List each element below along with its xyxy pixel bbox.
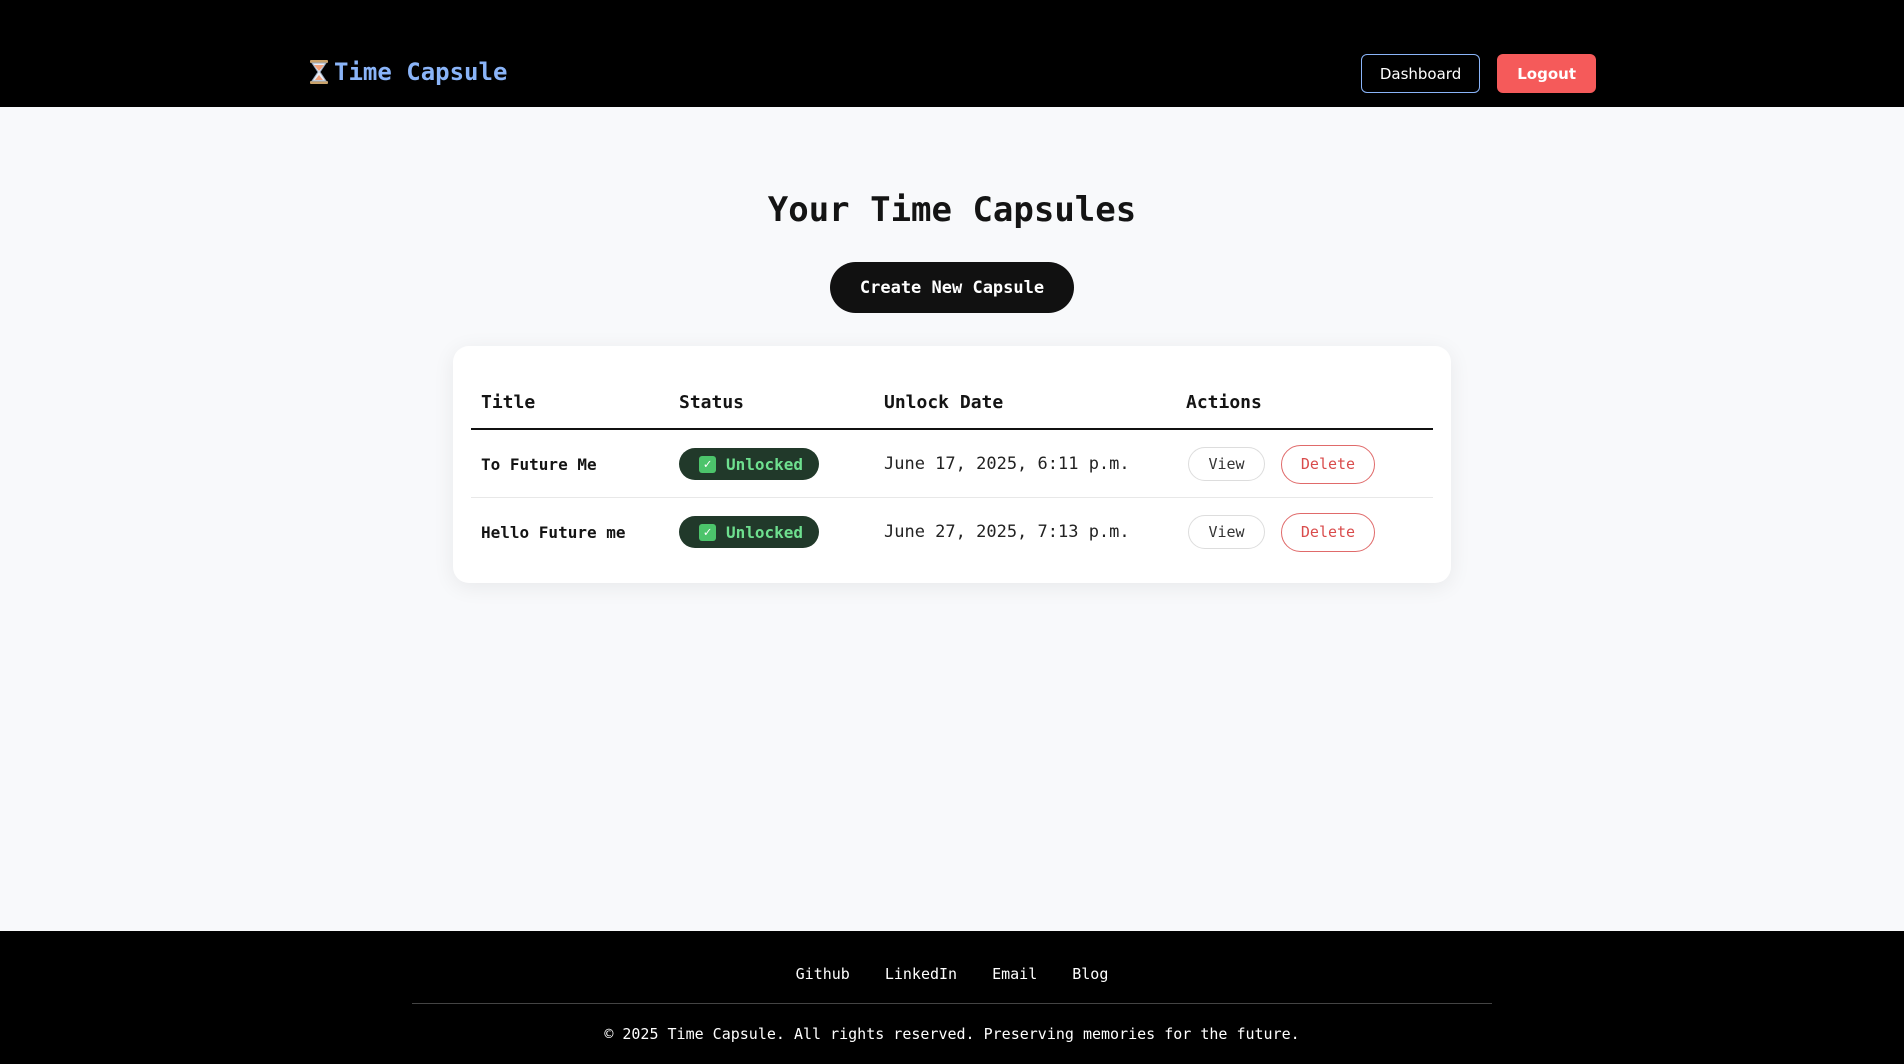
delete-button[interactable]: Delete — [1281, 444, 1375, 484]
footer-link-email[interactable]: Email — [992, 965, 1037, 983]
nav-actions: Dashboard Logout — [1360, 54, 1596, 93]
capsules-table: Title Status Unlock Date Actions To Futu… — [471, 346, 1433, 566]
brand-text: Time Capsule — [334, 58, 508, 86]
footer-divider — [412, 1003, 1492, 1004]
column-header-title: Title — [481, 392, 536, 413]
hourglass-icon — [308, 59, 330, 85]
table-row: To Future Me ✓ Unlocked June 17, 2025, 6… — [471, 430, 1433, 498]
navbar: Time Capsule Dashboard Logout — [0, 0, 1904, 107]
checkmark-icon: ✓ — [699, 455, 716, 473]
footer-link-blog[interactable]: Blog — [1072, 965, 1108, 983]
view-button[interactable]: View — [1188, 515, 1265, 549]
status-label: Unlocked — [726, 522, 804, 542]
delete-button[interactable]: Delete — [1281, 512, 1375, 552]
logout-button[interactable]: Logout — [1497, 54, 1596, 93]
column-header-unlock-date: Unlock Date — [884, 392, 1004, 413]
unlock-date: June 17, 2025, 6:11 p.m. — [884, 454, 1130, 474]
capsules-card: Title Status Unlock Date Actions To Futu… — [453, 346, 1451, 583]
checkmark-icon: ✓ — [699, 523, 716, 541]
dashboard-button[interactable]: Dashboard — [1360, 54, 1481, 93]
brand-link[interactable]: Time Capsule — [308, 58, 507, 86]
unlock-date: June 27, 2025, 7:13 p.m. — [884, 522, 1130, 542]
status-cell: ✓ Unlocked — [679, 430, 820, 498]
create-capsule-button[interactable]: Create New Capsule — [830, 262, 1074, 313]
status-cell: ✓ Unlocked — [679, 498, 820, 566]
capsule-title: To Future Me — [481, 454, 597, 474]
capsule-title: Hello Future me — [481, 522, 626, 542]
actions-cell: View Delete — [1188, 498, 1375, 566]
status-badge: ✓ Unlocked — [679, 448, 820, 480]
footer: Github LinkedIn Email Blog © 2025 Time C… — [0, 931, 1904, 1064]
column-header-actions: Actions — [1186, 392, 1262, 413]
footer-link-github[interactable]: Github — [796, 965, 850, 983]
footer-links: Github LinkedIn Email Blog — [0, 965, 1904, 983]
column-header-status: Status — [679, 392, 745, 413]
page: Time Capsule Dashboard Logout Your Time … — [0, 0, 1904, 1064]
status-label: Unlocked — [726, 454, 804, 474]
status-badge: ✓ Unlocked — [679, 516, 820, 548]
copyright-text: © 2025 Time Capsule. All rights reserved… — [604, 1025, 1300, 1043]
page-title: Your Time Capsules — [767, 190, 1137, 230]
view-button[interactable]: View — [1188, 447, 1265, 481]
table-row: Hello Future me ✓ Unlocked June 27, 2025… — [471, 498, 1433, 566]
table-header: Title Status Unlock Date Actions — [471, 346, 1433, 430]
footer-link-linkedin[interactable]: LinkedIn — [885, 965, 957, 983]
actions-cell: View Delete — [1188, 430, 1375, 498]
